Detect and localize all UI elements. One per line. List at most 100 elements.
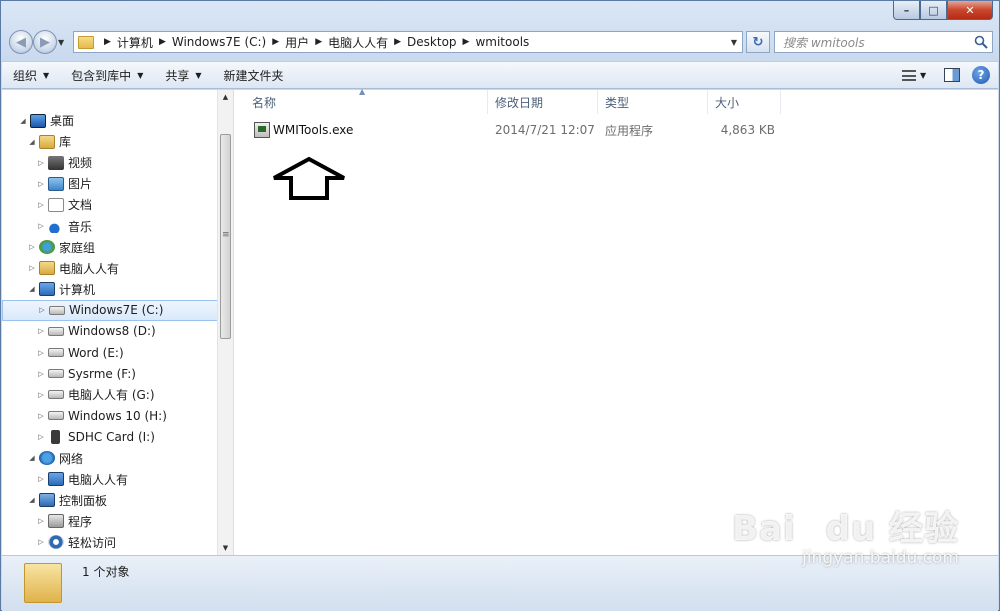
- column-header-date[interactable]: 修改日期: [488, 90, 598, 114]
- expand-arrow-icon[interactable]: ▷: [36, 159, 46, 167]
- file-name-cell[interactable]: WMITools.exe: [235, 122, 488, 138]
- scroll-down-arrow-icon[interactable]: ▼: [218, 541, 233, 555]
- expand-arrow-icon[interactable]: ▷: [36, 475, 46, 483]
- collapse-arrow-icon[interactable]: ◢: [18, 117, 28, 125]
- nav-tree-label: SDHC Card (I:): [68, 429, 155, 444]
- expand-arrow-icon[interactable]: ▷: [36, 222, 46, 230]
- minimize-button[interactable]: –: [893, 1, 920, 20]
- nav-tree-label: 电脑人人有 (G:): [68, 388, 155, 403]
- breadcrumb-drive-c[interactable]: Windows7E (C:): [172, 35, 266, 49]
- desktop-icon: [30, 113, 46, 128]
- nav-tree-item[interactable]: ◢ 库: [2, 131, 218, 152]
- nav-tree-label: Windows 10 (H:): [68, 408, 167, 423]
- column-header-type[interactable]: 类型: [598, 90, 708, 114]
- collapse-arrow-icon[interactable]: ◢: [27, 138, 37, 146]
- breadcrumb-separator-icon[interactable]: ▶: [315, 37, 322, 47]
- nav-tree-item[interactable]: ▷ 文档: [2, 194, 218, 215]
- refresh-button[interactable]: ↻: [746, 31, 770, 53]
- expand-arrow-icon[interactable]: ▷: [36, 538, 46, 546]
- chevron-down-icon: ▼: [195, 70, 202, 80]
- breadcrumb-wmitools[interactable]: wmitools: [475, 35, 529, 49]
- file-row[interactable]: WMITools.exe 2014/7/21 12:07 应用程序 4,863 …: [235, 118, 781, 142]
- preview-pane-button[interactable]: [944, 68, 960, 82]
- breadcrumb-separator-icon[interactable]: ▶: [104, 37, 111, 47]
- nav-tree-item[interactable]: ◢ 控制面板: [2, 490, 218, 511]
- document-icon: [48, 197, 64, 212]
- help-button[interactable]: ?: [972, 66, 990, 84]
- sort-ascending-icon: ▲: [359, 87, 366, 96]
- chevron-down-icon: ▼: [920, 70, 927, 80]
- change-view-button[interactable]: ▼: [902, 67, 932, 83]
- breadcrumb-separator-icon[interactable]: ▶: [159, 37, 166, 47]
- expand-arrow-icon[interactable]: ▷: [36, 517, 46, 525]
- breadcrumb-users[interactable]: 用户: [285, 34, 309, 51]
- nav-tree-item[interactable]: ▷ 音乐: [2, 215, 218, 236]
- item-count: 1 个对象: [82, 565, 130, 579]
- expand-arrow-icon[interactable]: ▷: [36, 180, 46, 188]
- share-button[interactable]: 共享 ▼: [154, 62, 212, 88]
- ease-of-access-icon: [48, 535, 64, 550]
- recent-pages-dropdown[interactable]: ▼: [58, 38, 68, 48]
- nav-tree-item[interactable]: ▷ 电脑人人有: [2, 469, 218, 490]
- nav-tree-label: 网络: [59, 451, 84, 466]
- nav-tree-item[interactable]: ▷ Windows 10 (H:): [2, 405, 218, 426]
- command-bar: 组织 ▼ 包含到库中 ▼ 共享 ▼ 新建文件夹 ▼ ?: [2, 61, 998, 89]
- expand-arrow-icon[interactable]: ▷: [36, 327, 46, 335]
- breadcrumb-separator-icon[interactable]: ▶: [394, 37, 401, 47]
- nav-tree-item[interactable]: ▷ 轻松访问: [2, 532, 218, 553]
- nav-tree-item[interactable]: ▷ Word (E:): [2, 342, 218, 363]
- search-icon[interactable]: [974, 35, 988, 49]
- nav-tree-item[interactable]: ◢ 桌面: [2, 110, 218, 131]
- nav-tree-label: 视频: [68, 156, 93, 171]
- nav-tree-label: Sysrme (F:): [68, 366, 136, 381]
- nav-tree-item[interactable]: ▷ 视频: [2, 152, 218, 173]
- scroll-up-arrow-icon[interactable]: ▲: [218, 90, 233, 104]
- search-input[interactable]: 搜索 wmitools: [774, 31, 993, 53]
- expand-arrow-icon[interactable]: ▷: [36, 433, 46, 441]
- nav-tree-item[interactable]: ▷ 程序: [2, 511, 218, 532]
- nav-tree-item[interactable]: ▷ 电脑人人有: [2, 258, 218, 279]
- expand-arrow-icon[interactable]: ▷: [27, 243, 37, 251]
- expand-arrow-icon[interactable]: ▷: [37, 306, 47, 314]
- expand-arrow-icon[interactable]: ▷: [36, 370, 46, 378]
- expand-arrow-icon[interactable]: ▷: [36, 201, 46, 209]
- breadcrumb-separator-icon[interactable]: ▶: [463, 37, 470, 47]
- include-in-library-button[interactable]: 包含到库中 ▼: [60, 62, 154, 88]
- breadcrumb-desktop[interactable]: Desktop: [407, 35, 457, 49]
- forward-button[interactable]: ▶: [33, 30, 57, 54]
- breadcrumb-user[interactable]: 电脑人人有: [328, 34, 388, 51]
- nav-tree-item[interactable]: ▷ 家庭组: [2, 237, 218, 258]
- nav-scrollbar[interactable]: ▲ ▼: [217, 90, 233, 555]
- nav-tree-label: 轻松访问: [68, 535, 117, 550]
- control-panel-icon: [39, 493, 55, 508]
- nav-tree-item[interactable]: ▷ 电脑人人有 (G:): [2, 384, 218, 405]
- address-bar[interactable]: ▶ 计算机 ▶ Windows7E (C:) ▶ 用户 ▶ 电脑人人有 ▶ De…: [73, 31, 743, 53]
- expand-arrow-icon[interactable]: ▷: [27, 264, 37, 272]
- nav-tree-item[interactable]: ▷ 图片: [2, 173, 218, 194]
- close-button[interactable]: ✕: [947, 1, 993, 20]
- collapse-arrow-icon[interactable]: ◢: [27, 496, 37, 504]
- collapse-arrow-icon[interactable]: ◢: [27, 285, 37, 293]
- nav-tree-item[interactable]: ▷ SDHC Card (I:): [2, 426, 218, 447]
- column-header-size[interactable]: 大小: [708, 90, 781, 114]
- nav-tree-item[interactable]: ▷ Windows7E (C:): [2, 299, 218, 321]
- drive-icon: [48, 411, 64, 421]
- new-folder-button[interactable]: 新建文件夹: [213, 62, 295, 88]
- breadcrumb-computer[interactable]: 计算机: [117, 34, 153, 51]
- expand-arrow-icon[interactable]: ▷: [36, 412, 46, 420]
- back-button[interactable]: ◀: [9, 30, 33, 54]
- column-header-name[interactable]: 名称 ▲: [235, 87, 488, 114]
- folder-icon: [78, 35, 94, 49]
- organize-button[interactable]: 组织 ▼: [2, 62, 60, 88]
- nav-tree-item[interactable]: ▷ Sysrme (F:): [2, 363, 218, 384]
- nav-tree-item[interactable]: ◢ 计算机: [2, 279, 218, 300]
- nav-tree-item[interactable]: ◢ 网络: [2, 448, 218, 469]
- nav-tree-item[interactable]: ▷ Windows8 (D:): [2, 321, 218, 342]
- breadcrumb-separator-icon[interactable]: ▶: [272, 37, 279, 47]
- scroll-thumb[interactable]: [220, 134, 231, 339]
- expand-arrow-icon[interactable]: ▷: [36, 391, 46, 399]
- expand-arrow-icon[interactable]: ▷: [36, 349, 46, 357]
- collapse-arrow-icon[interactable]: ◢: [27, 454, 37, 462]
- address-dropdown-icon[interactable]: ▼: [726, 32, 742, 52]
- maximize-button[interactable]: □: [920, 1, 947, 20]
